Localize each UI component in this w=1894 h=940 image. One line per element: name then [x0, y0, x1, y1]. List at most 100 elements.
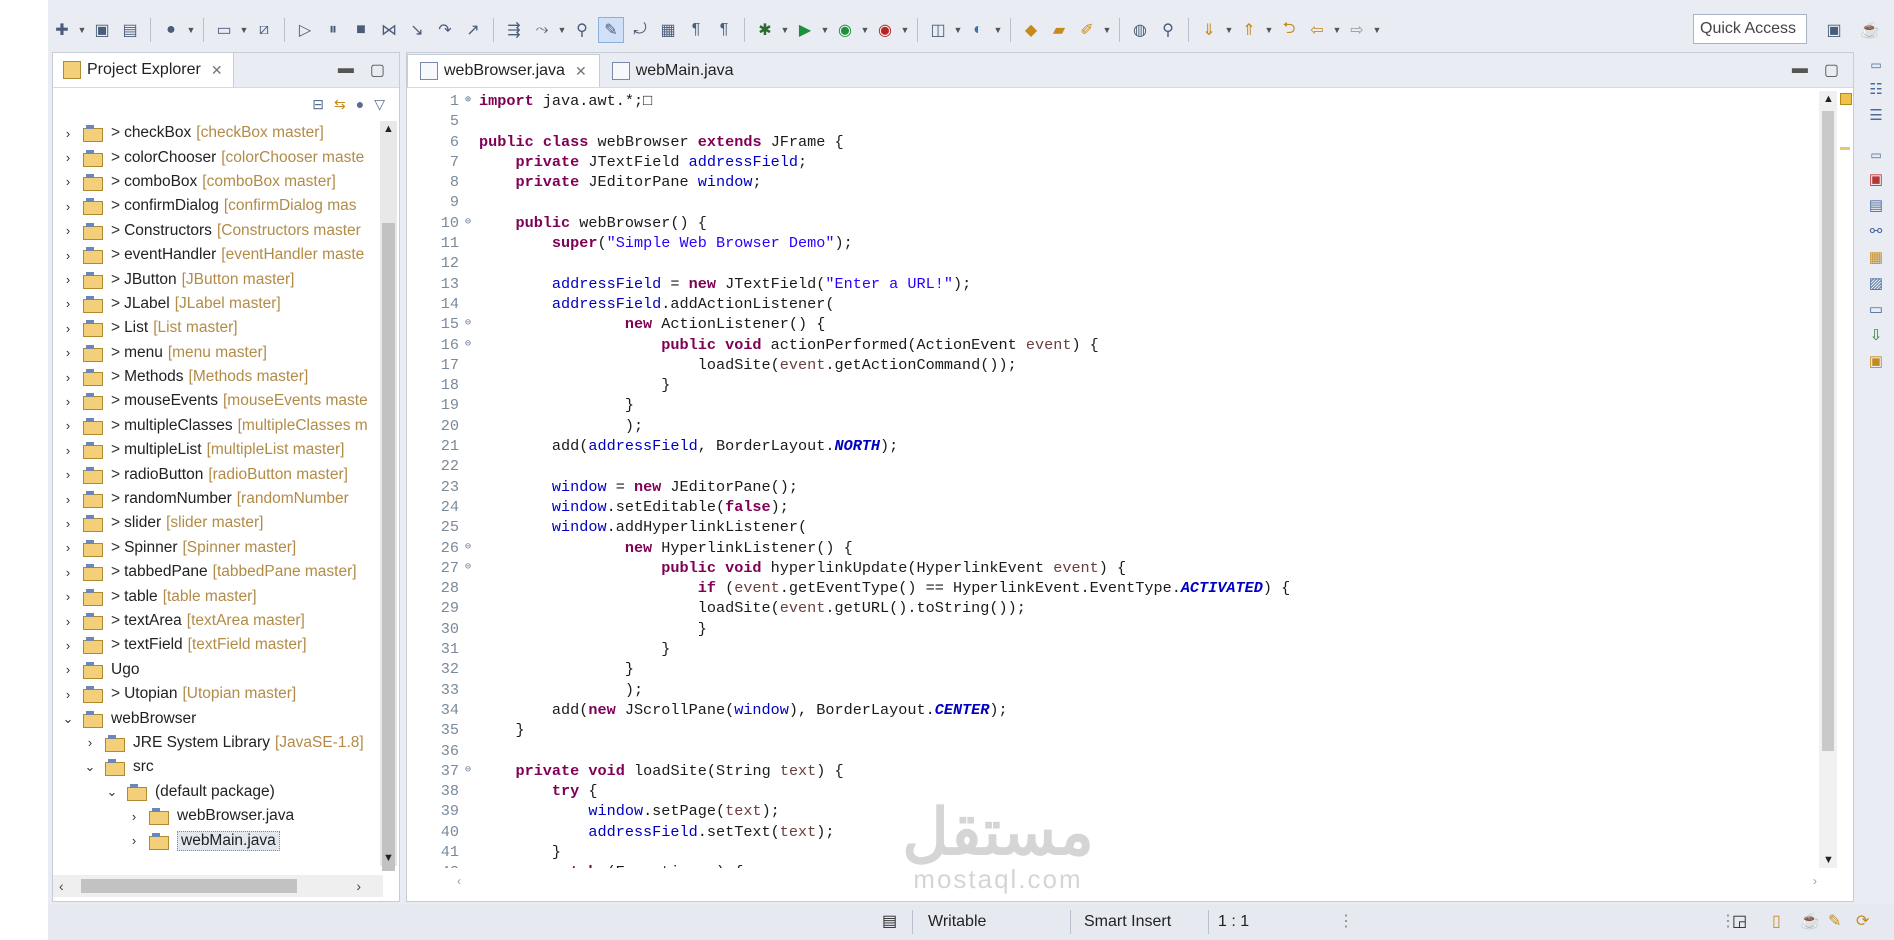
- code-line[interactable]: 24 window.setEditable(false);: [407, 497, 1817, 517]
- forward-icon[interactable]: ⇨: [1345, 18, 1369, 42]
- minimize-icon[interactable]: ▬: [1792, 60, 1808, 80]
- collapse-all-icon[interactable]: ⊟: [312, 96, 324, 113]
- open-task-icon[interactable]: ✐: [1075, 18, 1099, 42]
- chevron-right-icon[interactable]: ›: [61, 174, 75, 189]
- tree-item[interactable]: › > colorChooser [colorChooser maste: [53, 145, 379, 169]
- debug-icon[interactable]: ✱: [753, 18, 777, 42]
- javadoc-icon[interactable]: ▤: [1869, 196, 1883, 214]
- fold-expand-icon[interactable]: ⊕: [465, 91, 477, 111]
- code-line[interactable]: 31 }: [407, 639, 1817, 659]
- code-line[interactable]: 27 ⊖ public void hyperlinkUpdate(Hyperlin…: [407, 558, 1817, 578]
- tree-item[interactable]: › > checkBox [checkBox master]: [53, 121, 379, 145]
- scroll-up-icon[interactable]: ▲: [383, 123, 394, 135]
- code-line[interactable]: 22: [407, 456, 1817, 476]
- tree-item[interactable]: › > List [List master]: [53, 316, 379, 340]
- refresh-icon[interactable]: ⟳: [1856, 904, 1869, 940]
- tree-item[interactable]: › > Constructors [Constructors master: [53, 219, 379, 243]
- suspend-icon[interactable]: ⏸: [321, 18, 345, 42]
- code-line[interactable]: 35 }: [407, 720, 1817, 740]
- tree-item[interactable]: ⌄ (default package): [53, 780, 379, 804]
- tree-vertical-scrollbar[interactable]: ▲ ▼: [380, 121, 397, 871]
- code-line[interactable]: 13 addressField = new JTextField("Enter …: [407, 274, 1817, 294]
- task-list-icon[interactable]: ☰: [1869, 106, 1882, 124]
- code-line[interactable]: 23 window = new JEditorPane();: [407, 477, 1817, 497]
- code-line[interactable]: 18 }: [407, 375, 1817, 395]
- code-line[interactable]: 40 addressField.setText(text);: [407, 822, 1817, 842]
- tasks-icon[interactable]: ☕: [1800, 904, 1820, 940]
- terminal-icon[interactable]: ▭: [212, 18, 236, 42]
- tree-item[interactable]: › > textField [textField master]: [53, 633, 379, 657]
- code-line[interactable]: 12: [407, 253, 1817, 273]
- paragraph-icon[interactable]: ¶: [712, 18, 736, 42]
- profile-icon[interactable]: ●: [159, 18, 183, 42]
- tree-item[interactable]: › webBrowser.java: [53, 804, 379, 828]
- pen-icon[interactable]: ✎: [1828, 904, 1841, 940]
- scroll-down-icon[interactable]: ▼: [383, 852, 394, 864]
- chevron-right-icon[interactable]: ›: [61, 589, 75, 604]
- close-icon[interactable]: ✕: [575, 63, 587, 80]
- open-type-icon[interactable]: ◆: [1019, 18, 1043, 42]
- tree-item[interactable]: › > eventHandler [eventHandler maste: [53, 243, 379, 267]
- dropdown-arrow-icon[interactable]: ▼: [992, 25, 1004, 35]
- hierarchy-icon[interactable]: ▦: [1869, 248, 1883, 266]
- code-line[interactable]: 15 ⊖ new ActionListener() {: [407, 314, 1817, 334]
- open-perspective-icon[interactable]: ▣: [1822, 18, 1846, 42]
- new-class-icon[interactable]: ◐: [966, 18, 990, 42]
- use-step-filters-icon[interactable]: ⤳: [530, 18, 554, 42]
- code-line[interactable]: 33 );: [407, 680, 1817, 700]
- minimize-icon[interactable]: ▬: [338, 60, 354, 80]
- code-line[interactable]: 7 private JTextField addressField;: [407, 152, 1817, 172]
- block-selection-icon[interactable]: ▦: [656, 18, 680, 42]
- tree-item[interactable]: › JRE System Library [JavaSE-1.8]: [53, 731, 379, 755]
- code-line[interactable]: 29 loadSite(event.getURL().toString());: [407, 598, 1817, 618]
- chevron-right-icon[interactable]: ›: [61, 126, 75, 141]
- globe-icon[interactable]: ◍: [1128, 18, 1152, 42]
- code-line[interactable]: 19 }: [407, 395, 1817, 415]
- tree-item[interactable]: › > multipleList [multipleList master]: [53, 438, 379, 462]
- terminate-icon[interactable]: ■: [349, 18, 373, 42]
- dropdown-arrow-icon[interactable]: ▼: [952, 25, 964, 35]
- code-line[interactable]: 39 window.setPage(text);: [407, 801, 1817, 821]
- restore-icon[interactable]: ▭: [1870, 58, 1881, 72]
- toggle-mark-occurrences-icon[interactable]: ⚲: [570, 18, 594, 42]
- step-return-icon[interactable]: ↗: [461, 18, 485, 42]
- tree-item[interactable]: › > textArea [textArea master]: [53, 609, 379, 633]
- tree-item[interactable]: › > menu [menu master]: [53, 341, 379, 365]
- chevron-right-icon[interactable]: ›: [61, 614, 75, 629]
- tree-horizontal-scrollbar[interactable]: ‹ ›: [53, 875, 383, 897]
- highlight-pen-icon[interactable]: ✎: [598, 17, 624, 43]
- dropdown-arrow-icon[interactable]: ▼: [238, 25, 250, 35]
- open-folder-icon[interactable]: ▰: [1047, 18, 1071, 42]
- link-with-editor-icon[interactable]: ⇆: [334, 96, 346, 113]
- chevron-down-icon[interactable]: ⌄: [83, 759, 97, 775]
- chevron-right-icon[interactable]: ›: [61, 638, 75, 653]
- chevron-right-icon[interactable]: ›: [61, 199, 75, 214]
- outline-icon[interactable]: ☷: [1869, 80, 1882, 98]
- save-all-icon[interactable]: ▤: [118, 18, 142, 42]
- chevron-right-icon[interactable]: ›: [61, 321, 75, 336]
- tree-item[interactable]: › > Spinner [Spinner master]: [53, 536, 379, 560]
- bookmarks-icon[interactable]: ▯: [1772, 904, 1781, 940]
- chevron-right-icon[interactable]: ›: [61, 687, 75, 702]
- code-area[interactable]: 1 ⊕ import java.awt.*;□ 5 6 public class webB…: [407, 91, 1817, 868]
- chevron-right-icon[interactable]: ›: [61, 418, 75, 433]
- maximize-icon[interactable]: ▢: [1824, 60, 1839, 80]
- tree-item[interactable]: › > radioButton [radioButton master]: [53, 462, 379, 486]
- tree-scroll-thumb[interactable]: [382, 223, 395, 871]
- chevron-right-icon[interactable]: ›: [61, 492, 75, 507]
- search-icon[interactable]: ⚲: [1156, 18, 1180, 42]
- tree-item[interactable]: › > mouseEvents [mouseEvents maste: [53, 389, 379, 413]
- chevron-right-icon[interactable]: ›: [61, 662, 75, 677]
- tree-item[interactable]: ⌄ src: [53, 755, 379, 779]
- last-edit-location-icon[interactable]: ⮌: [1277, 18, 1301, 42]
- scroll-left-icon[interactable]: ‹: [53, 878, 64, 894]
- code-line[interactable]: 25 window.addHyperlinkListener(: [407, 517, 1817, 537]
- chevron-right-icon[interactable]: ›: [61, 540, 75, 555]
- tree-item[interactable]: › webMain.java: [53, 828, 379, 852]
- drop-to-frame-icon[interactable]: ⇶: [502, 18, 526, 42]
- code-line[interactable]: 16 ⊖ public void actionPerformed(ActionEv…: [407, 335, 1817, 355]
- chevron-right-icon[interactable]: ›: [127, 833, 141, 848]
- editor-scroll-thumb[interactable]: [1822, 111, 1834, 751]
- code-line[interactable]: 6 public class webBrowser extends JFrame …: [407, 132, 1817, 152]
- tree-item[interactable]: › Ugo: [53, 658, 379, 682]
